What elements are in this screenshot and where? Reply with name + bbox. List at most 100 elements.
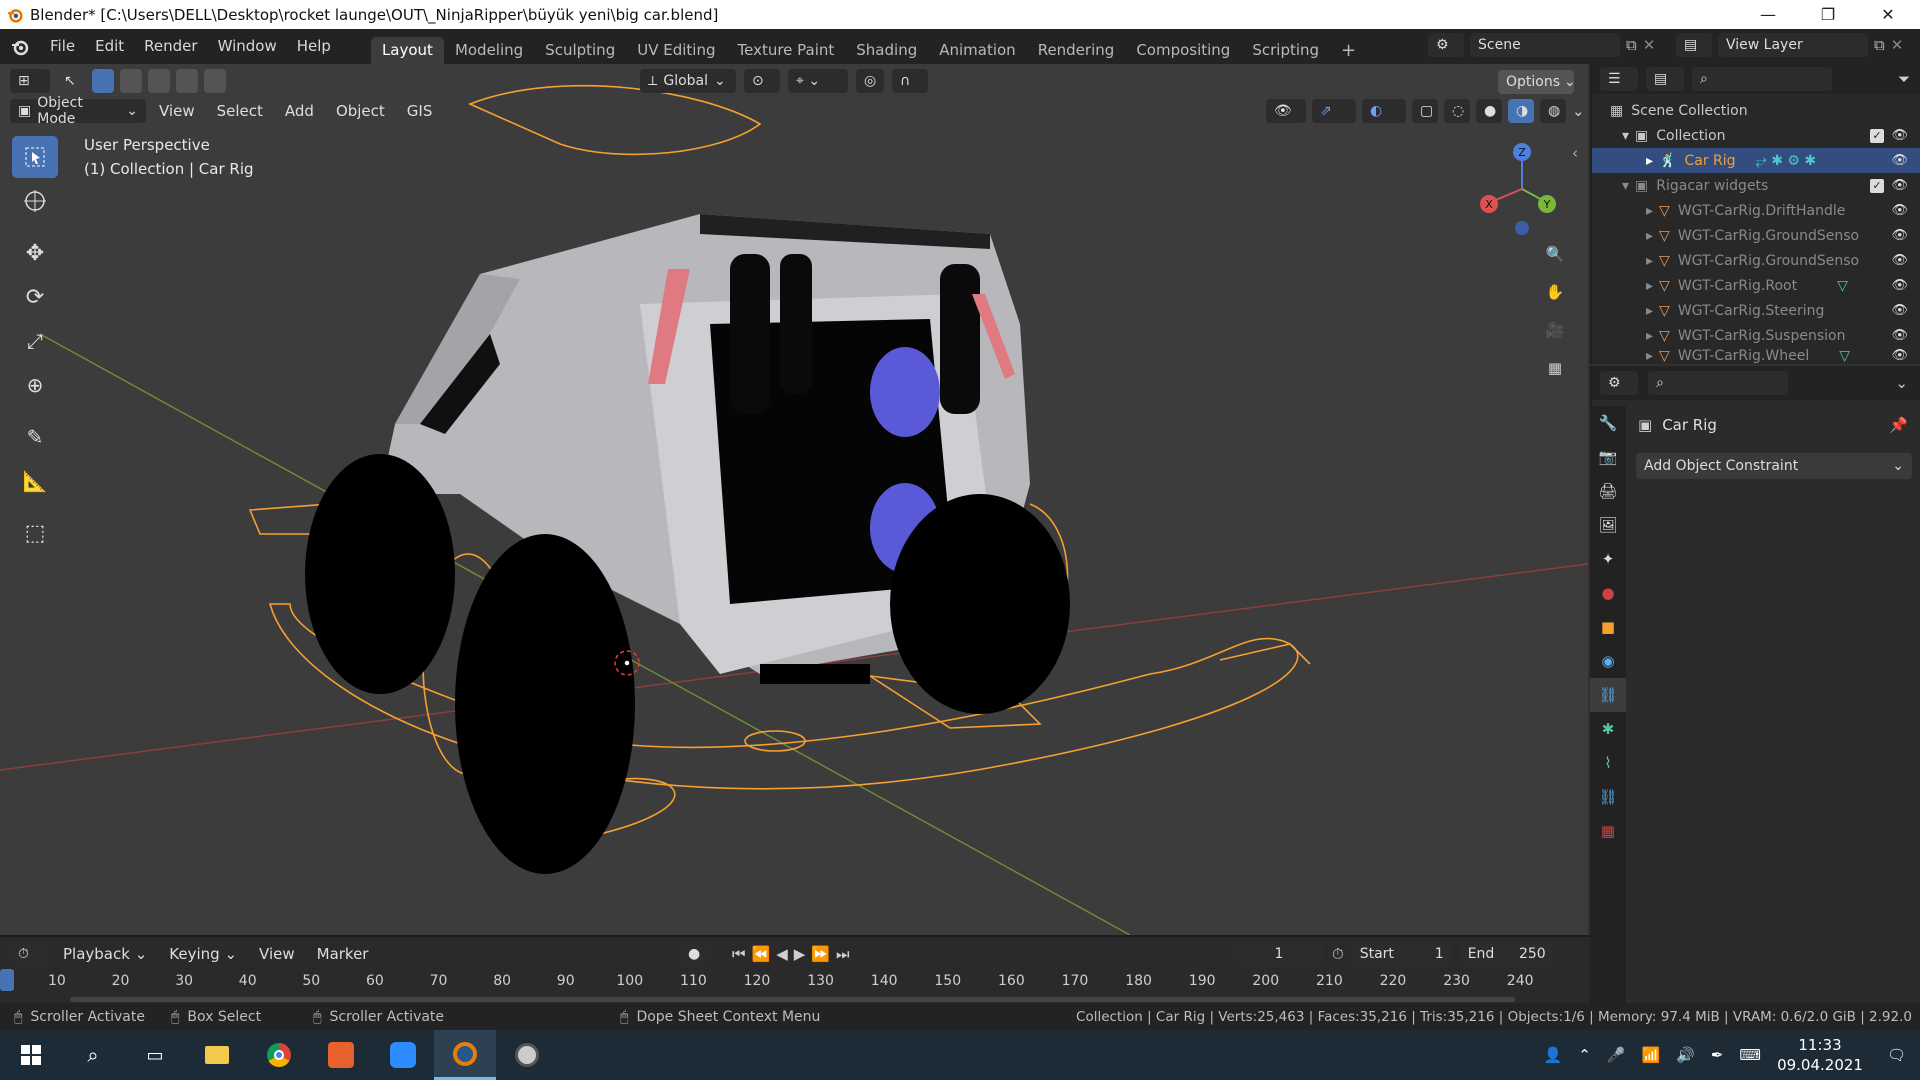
outliner-row-wgt[interactable]: ▸ ▽ WGT-CarRig.Suspension 👁 [1592, 323, 1920, 348]
physics-tab-icon[interactable]: ◉ [1590, 644, 1626, 678]
select-box-tool-icon[interactable] [12, 136, 58, 178]
proportional-edit-icon[interactable]: ◎ [856, 69, 884, 93]
measure-tool-icon[interactable]: 📐 [12, 460, 58, 502]
add-workspace-button[interactable]: + [1330, 37, 1367, 64]
keyboard-icon[interactable]: ⌨ [1739, 1046, 1761, 1064]
scene-field[interactable]: Scene [1470, 33, 1620, 57]
outliner-row-rigacar-widgets[interactable]: ▾ ▣ Rigacar widgets ✓ 👁 [1592, 173, 1920, 198]
armature-data-tab-icon[interactable]: ✱ [1590, 712, 1626, 746]
file-explorer-icon[interactable] [186, 1030, 248, 1080]
clock[interactable]: 11:33 09.04.2021 [1777, 1035, 1863, 1075]
move-tool-icon[interactable]: ✥ [12, 232, 58, 274]
gizmo-icon[interactable]: ⇗ [1312, 99, 1356, 123]
outliner-row-wgt[interactable]: ▸ ▽ WGT-CarRig.GroundSenso 👁 [1592, 223, 1920, 248]
navigation-gizmo[interactable]: Z X Y [1470, 134, 1570, 244]
tab-compositing[interactable]: Compositing [1125, 37, 1241, 64]
select-extend-icon[interactable] [120, 69, 142, 93]
eye-icon[interactable]: 👁 [1891, 328, 1908, 343]
outliner-editor-type-icon[interactable]: ☰ [1600, 67, 1638, 91]
world-tab-icon[interactable]: ● [1590, 576, 1626, 610]
render-tab-icon[interactable]: 📷 [1590, 440, 1626, 474]
task-view-icon[interactable]: ▭ [124, 1030, 186, 1080]
menu-file[interactable]: File [40, 29, 85, 64]
pen-icon[interactable]: ✒ [1711, 1046, 1724, 1064]
viewport-menu-gis[interactable]: GIS [398, 102, 442, 120]
ninjaripper-taskbar-icon[interactable] [496, 1030, 558, 1080]
new-scene-icon[interactable]: ⧉ [1626, 36, 1637, 54]
pin-icon[interactable]: 📌 [1889, 416, 1908, 434]
tab-rendering[interactable]: Rendering [1027, 37, 1126, 64]
menu-edit[interactable]: Edit [85, 29, 134, 64]
solid-shading-icon[interactable]: ● [1476, 99, 1502, 123]
select-invert-icon[interactable] [176, 69, 198, 93]
outliner-row-car-rig[interactable]: ▸ 🕺 Car Rig ⥂ ✱ ⚙ ✱ 👁 [1592, 148, 1920, 173]
new-view-layer-icon[interactable]: ⧉ [1874, 36, 1885, 54]
eye-icon[interactable]: 👁 [1891, 128, 1908, 143]
camera-view-icon[interactable]: 🎥 [1538, 313, 1572, 347]
rotate-tool-icon[interactable]: ⟳ [12, 276, 58, 318]
transform-tool-icon[interactable]: ⊕ [12, 364, 58, 406]
display-mode-icon[interactable]: ▤ [1646, 67, 1684, 91]
timeline-scrollbar[interactable] [70, 997, 1515, 1002]
annotate-tool-icon[interactable]: ✎ [12, 416, 58, 458]
microphone-icon[interactable]: 🎤 [1607, 1046, 1626, 1064]
properties-editor-type-icon[interactable]: ⚙ [1600, 371, 1638, 395]
delete-view-layer-icon[interactable]: ✕ [1891, 36, 1904, 54]
outliner-search-input[interactable]: ⌕ [1692, 67, 1832, 91]
viewport-menu-view[interactable]: View [150, 102, 204, 120]
outliner-row-wgt[interactable]: ▸ ▽ WGT-CarRig.DriftHandle 👁 [1592, 198, 1920, 223]
eye-icon[interactable]: 👁 [1891, 228, 1908, 243]
outliner-row-collection[interactable]: ▾ ▣ Collection ✓ 👁 [1592, 123, 1920, 148]
app-orange-icon[interactable] [310, 1030, 372, 1080]
chevron-down-icon[interactable]: ⌄ [1895, 374, 1908, 392]
tab-scripting[interactable]: Scripting [1241, 37, 1330, 64]
material-shading-icon[interactable]: ◑ [1508, 99, 1534, 123]
notifications-icon[interactable]: 🗨 [1887, 1046, 1906, 1064]
filter-icon[interactable]: ⏷ [1898, 70, 1910, 88]
object-tab-icon[interactable]: ■ [1590, 610, 1626, 644]
xray-icon[interactable]: ▢ [1412, 99, 1438, 123]
select-intersect-icon[interactable] [204, 69, 226, 93]
eye-icon[interactable]: 👁 [1891, 178, 1908, 193]
editor-type-icon[interactable]: ⊞ [10, 69, 50, 93]
scene-tab-icon[interactable]: ✦ [1590, 542, 1626, 576]
sidebar-toggle-icon[interactable]: ‹ [1572, 144, 1578, 162]
close-icon[interactable]: ✕ [1860, 0, 1916, 29]
playhead[interactable] [0, 969, 14, 991]
properties-search-input[interactable]: ⌕ [1648, 371, 1788, 395]
delete-scene-icon[interactable]: ✕ [1643, 36, 1656, 54]
chevron-up-icon[interactable]: ⌃ [1578, 1046, 1591, 1064]
outliner-row-wgt[interactable]: ▸ ▽ WGT-CarRig.Root ▽ 👁 [1592, 273, 1920, 298]
search-icon[interactable]: ⌕ [62, 1030, 124, 1080]
select-new-icon[interactable] [92, 69, 114, 93]
eye-icon[interactable]: 👁 [1891, 253, 1908, 268]
falloff-icon[interactable]: ∩ [892, 69, 928, 93]
wireframe-shading-icon[interactable]: ◌ [1444, 99, 1470, 123]
viewport-menu-object[interactable]: Object [327, 102, 394, 120]
add-object-constraint-dropdown[interactable]: Add Object Constraint ⌄ [1636, 453, 1912, 479]
scale-tool-icon[interactable]: ⤢ [12, 320, 58, 362]
zoom-icon[interactable]: 🔍 [1538, 237, 1572, 271]
eye-icon[interactable]: 👁 [1891, 348, 1908, 363]
view-layer-icon[interactable]: ▤ [1676, 33, 1712, 57]
viewport-menu-add[interactable]: Add [276, 102, 323, 120]
tab-modeling[interactable]: Modeling [444, 37, 534, 64]
cursor-tool-icon[interactable] [12, 180, 58, 222]
tab-shading[interactable]: Shading [845, 37, 928, 64]
eye-icon[interactable]: 👁 [1891, 303, 1908, 318]
menu-help[interactable]: Help [287, 29, 341, 64]
blender-taskbar-icon[interactable] [434, 1030, 496, 1080]
eye-icon[interactable]: 👁 [1891, 203, 1908, 218]
tool-tab-icon[interactable]: 🔧 [1590, 406, 1626, 440]
exclude-checkbox[interactable]: ✓ [1870, 128, 1884, 143]
ortho-grid-icon[interactable]: ▦ [1538, 351, 1572, 385]
constraints-tab-icon[interactable]: ⛓ [1590, 678, 1626, 712]
bone-constraints-tab-icon[interactable]: ⛓ [1590, 780, 1626, 814]
output-tab-icon[interactable]: 🖨 [1590, 474, 1626, 508]
volume-icon[interactable]: 🔊 [1676, 1046, 1695, 1064]
windows-start-icon[interactable] [0, 1030, 62, 1080]
select-tool-mode-icon[interactable]: ↖ [56, 69, 86, 93]
network-icon[interactable]: 📶 [1641, 1046, 1660, 1064]
viewport-menu-select[interactable]: Select [208, 102, 272, 120]
transform-orientation-dropdown[interactable]: ⟂ Global ⌄ [640, 69, 736, 93]
